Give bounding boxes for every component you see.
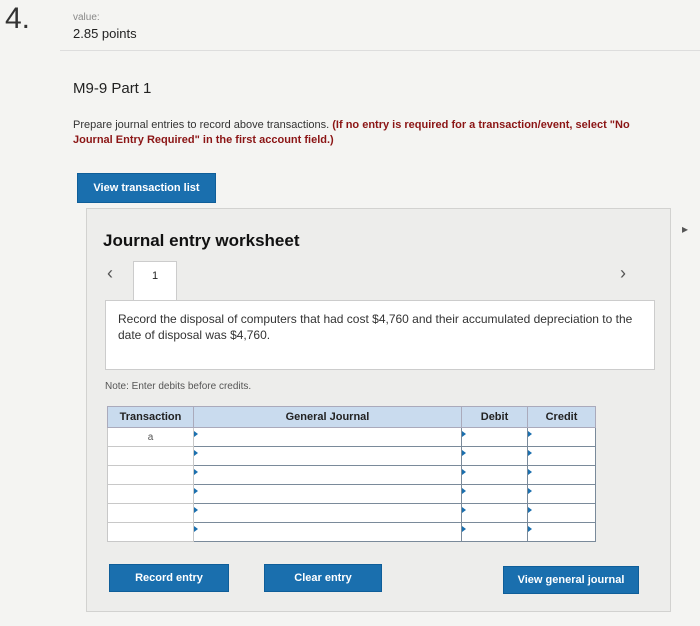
credit-input[interactable] <box>527 427 596 447</box>
caret-icon <box>462 526 466 532</box>
header-transaction: Transaction <box>107 406 194 428</box>
caret-icon <box>194 431 198 437</box>
view-general-journal-button[interactable]: View general journal <box>503 566 639 594</box>
transaction-cell <box>107 446 194 466</box>
journal-table: Transaction General Journal Debit Credit… <box>107 406 596 542</box>
credit-input[interactable] <box>527 522 596 542</box>
caret-icon <box>462 488 466 494</box>
tab-1[interactable]: 1 <box>133 261 177 301</box>
header-general-journal: General Journal <box>193 406 462 428</box>
caret-icon <box>528 488 532 494</box>
table-row <box>107 503 596 523</box>
table-row <box>107 465 596 485</box>
account-select[interactable] <box>193 427 462 447</box>
value-label: value: <box>73 12 100 23</box>
worksheet-title: Journal entry worksheet <box>103 231 300 250</box>
caret-icon <box>528 507 532 513</box>
points-value: 2.85 points <box>73 26 137 41</box>
transaction-cell <box>107 484 194 504</box>
divider <box>60 50 700 51</box>
table-row <box>107 446 596 466</box>
credit-input[interactable] <box>527 484 596 504</box>
caret-icon <box>528 450 532 456</box>
table-row <box>107 522 596 542</box>
credit-input[interactable] <box>527 465 596 485</box>
credit-input[interactable] <box>527 446 596 466</box>
account-select[interactable] <box>193 446 462 466</box>
caret-icon <box>462 431 466 437</box>
debit-input[interactable] <box>461 446 528 466</box>
caret-icon <box>462 469 466 475</box>
caret-icon <box>194 450 198 456</box>
debit-input[interactable] <box>461 484 528 504</box>
caret-icon <box>528 469 532 475</box>
debit-input[interactable] <box>461 465 528 485</box>
chevron-right-icon[interactable]: › <box>620 263 626 284</box>
caret-icon <box>194 488 198 494</box>
transaction-cell <box>107 503 194 523</box>
caret-icon <box>194 469 198 475</box>
instructions: Prepare journal entries to record above … <box>73 118 633 148</box>
transaction-cell <box>107 522 194 542</box>
account-select[interactable] <box>193 484 462 504</box>
transaction-cell <box>107 465 194 485</box>
instructions-text: Prepare journal entries to record above … <box>73 119 330 131</box>
caret-icon <box>528 526 532 532</box>
journal-entry-worksheet: Journal entry worksheet ‹ 1 › Record the… <box>86 208 671 612</box>
caret-icon <box>194 507 198 513</box>
transaction-description: Record the disposal of computers that ha… <box>105 300 655 370</box>
caret-icon <box>528 431 532 437</box>
clear-entry-button[interactable]: Clear entry <box>264 564 382 592</box>
account-select[interactable] <box>193 465 462 485</box>
table-header-row: Transaction General Journal Debit Credit <box>107 406 596 428</box>
question-number: 4. <box>5 2 31 35</box>
account-select[interactable] <box>193 522 462 542</box>
header-debit: Debit <box>461 406 528 428</box>
caret-icon <box>462 450 466 456</box>
account-select[interactable] <box>193 503 462 523</box>
note-text: Note: Enter debits before credits. <box>105 381 252 392</box>
debit-input[interactable] <box>461 503 528 523</box>
mouse-cursor-icon: ▸ <box>682 222 689 236</box>
header-credit: Credit <box>527 406 596 428</box>
credit-input[interactable] <box>527 503 596 523</box>
table-row <box>107 484 596 504</box>
caret-icon <box>194 526 198 532</box>
transaction-cell: a <box>107 427 194 447</box>
debit-input[interactable] <box>461 427 528 447</box>
record-entry-button[interactable]: Record entry <box>109 564 229 592</box>
table-row: a <box>107 427 596 447</box>
debit-input[interactable] <box>461 522 528 542</box>
chevron-left-icon[interactable]: ‹ <box>107 263 113 284</box>
part-title: M9-9 Part 1 <box>73 80 152 97</box>
view-transaction-list-button[interactable]: View transaction list <box>77 173 216 203</box>
caret-icon <box>462 507 466 513</box>
